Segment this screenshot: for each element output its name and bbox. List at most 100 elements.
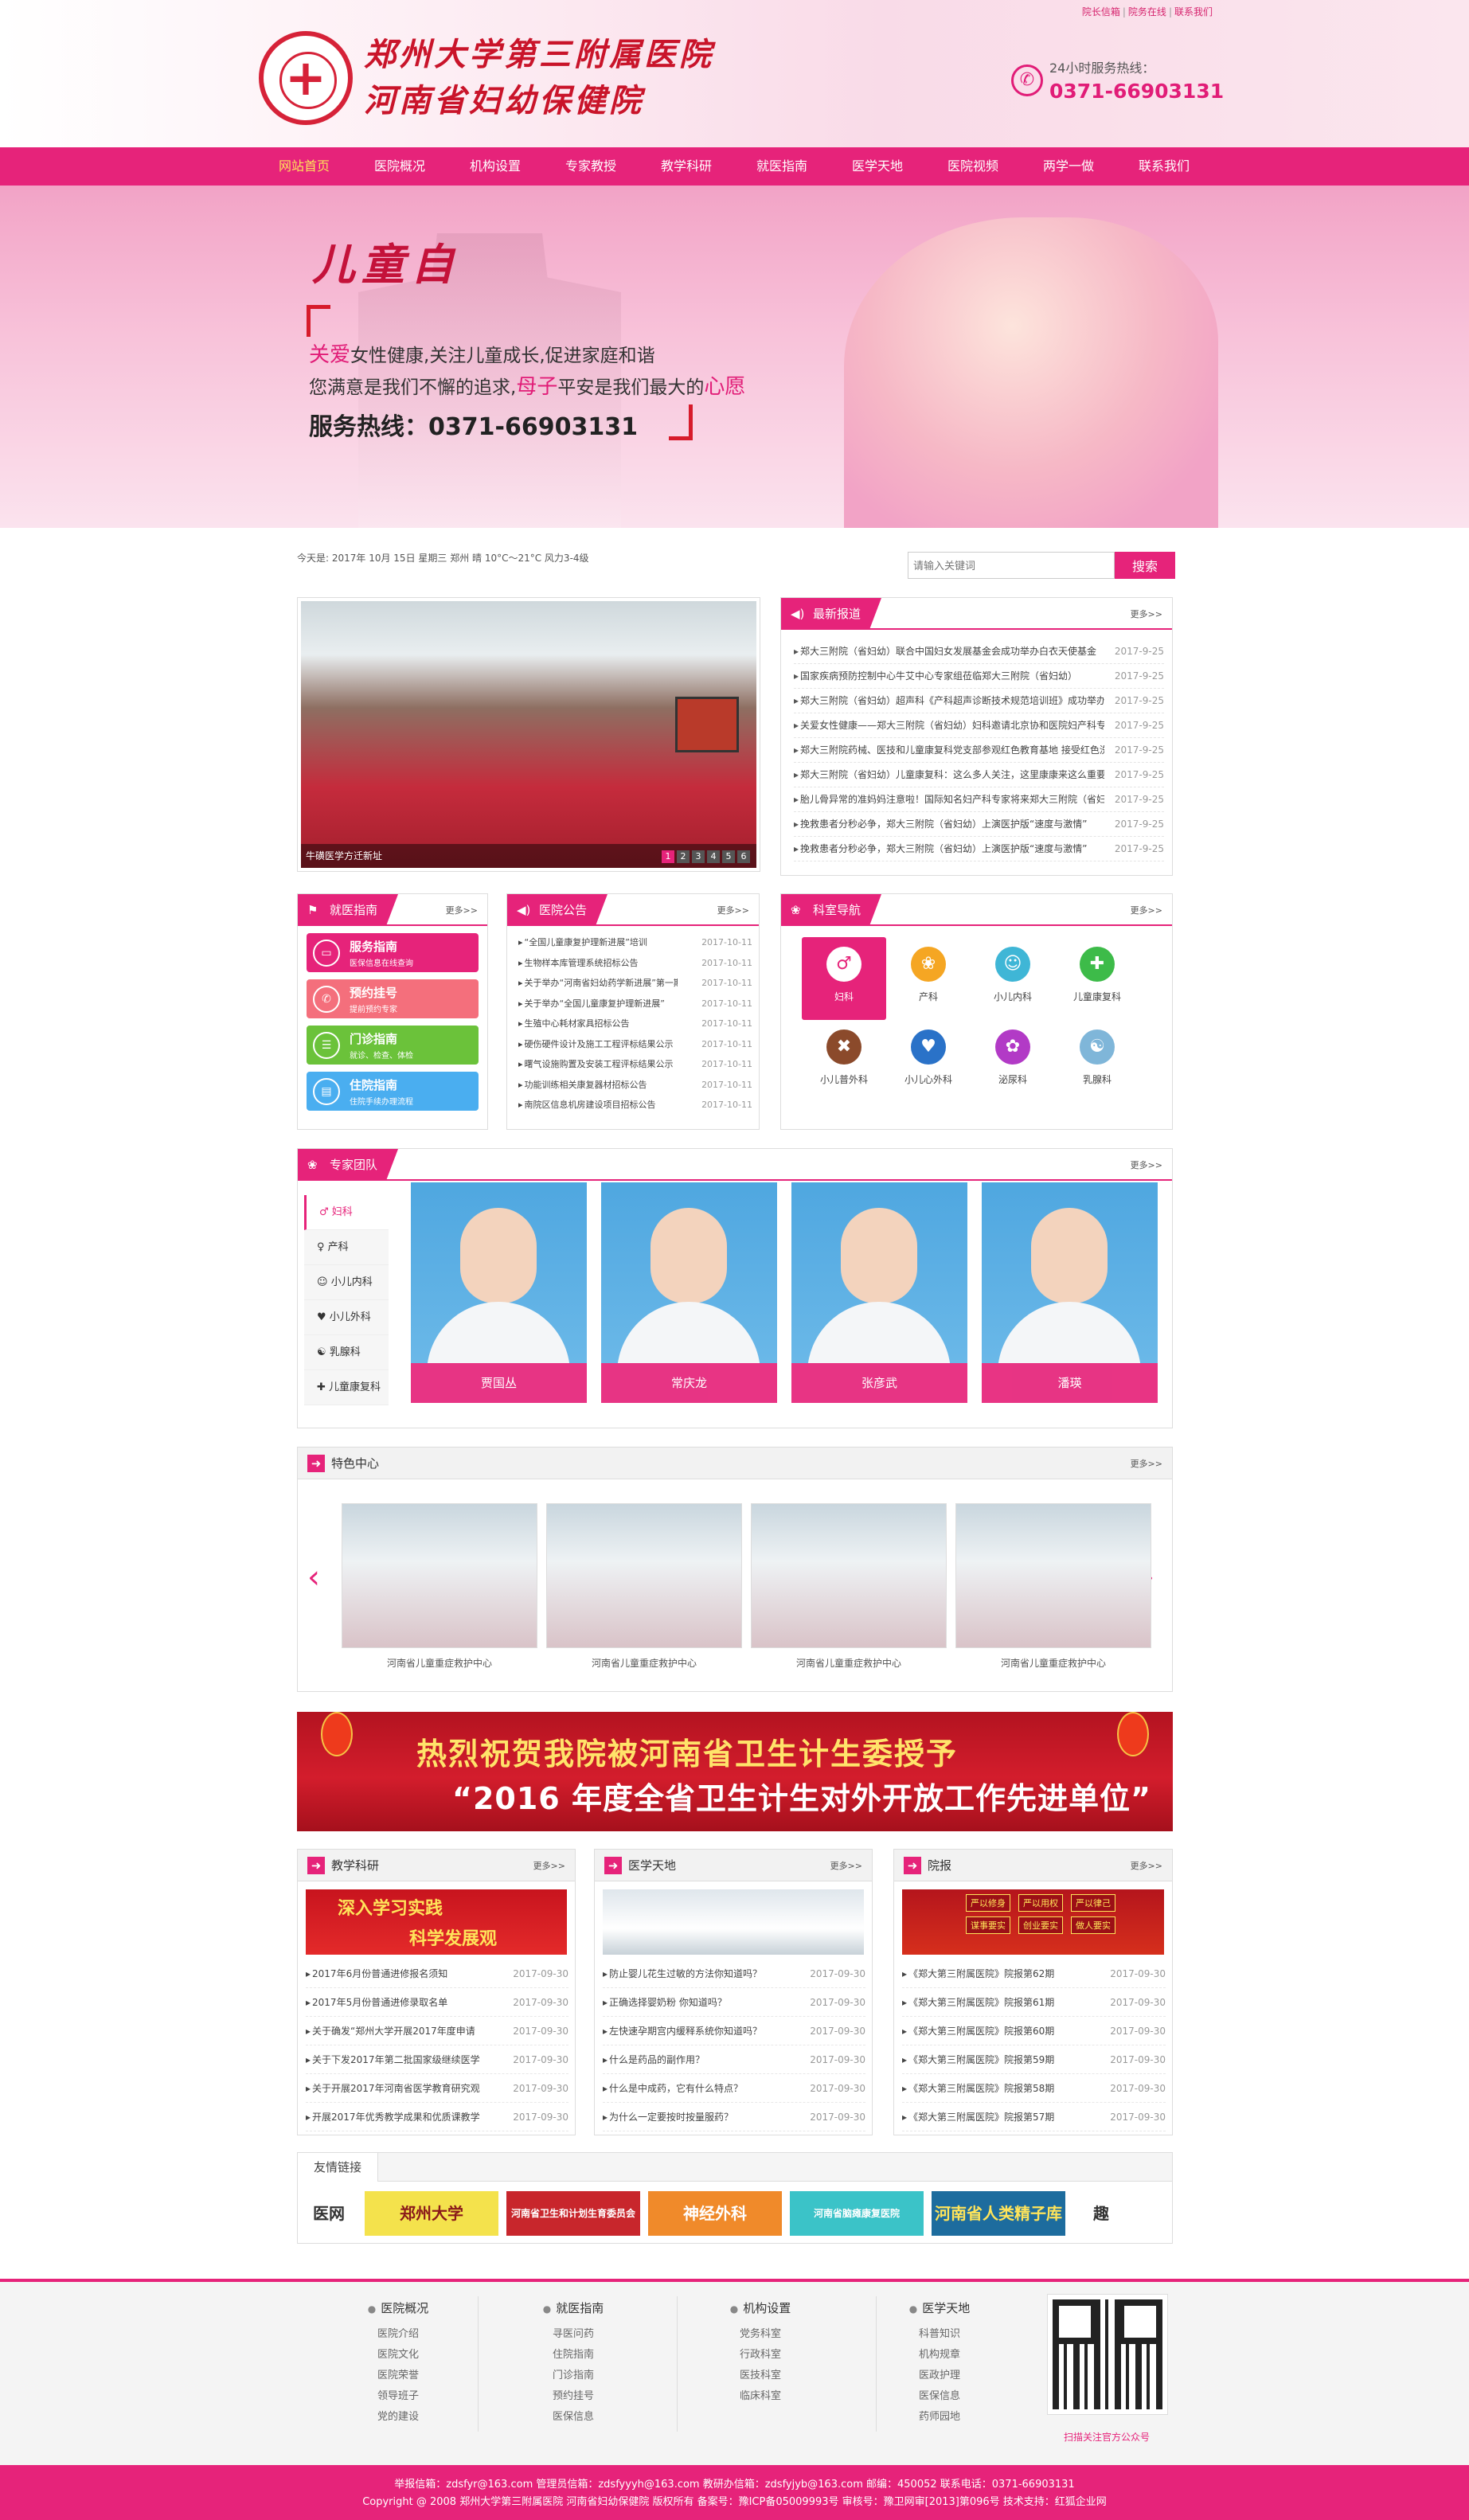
footer-link[interactable]: 预约挂号 xyxy=(510,2386,637,2407)
friend-link[interactable]: 神经外科 xyxy=(648,2191,782,2236)
slider-dot[interactable]: 1 xyxy=(662,850,674,863)
footer-link[interactable]: 医技科室 xyxy=(697,2366,824,2386)
item-title[interactable]: 郑大三附院（省妇幼）联合中国妇女发展基金会成功举办白衣天使基金 xyxy=(794,639,1104,663)
list-item[interactable]: “全国儿童康复护理新进展”培训 2017-10-11 xyxy=(518,932,752,953)
item-title[interactable]: 左快速孕期宫内缓释系统你知道吗？ xyxy=(603,2017,786,2045)
footer-link[interactable]: 医院介绍 xyxy=(334,2324,462,2345)
list-item[interactable]: 关于举办“河南省妇幼药学新进展”第一期 2017-10-11 xyxy=(518,973,752,994)
footer-link[interactable]: 医保信息 xyxy=(510,2407,637,2428)
top-link-president-mailbox[interactable]: 院长信箱 xyxy=(1082,6,1120,18)
more-link[interactable]: 更多>> xyxy=(830,1859,862,1872)
department-item[interactable]: ♂ 妇科 xyxy=(802,937,886,1020)
list-item[interactable]: 硬伤硬件设计及施工工程评标结果公示 2017-10-11 xyxy=(518,1034,752,1055)
footer-column-title[interactable]: 医学天地 xyxy=(876,2299,1003,2316)
item-title[interactable]: 什么是中成药，它有什么特点？ xyxy=(603,2074,786,2102)
item-title[interactable]: 关于开展2017年河南省医学教育研究观 xyxy=(306,2074,489,2102)
list-item[interactable]: 正确选择婴奶粉 你知道吗？ 2017-09-30 xyxy=(603,1988,865,2017)
journal-banner-image[interactable]: 严以修身 严以用权 严以律己 谋事要实 创业要实 做人要实 xyxy=(902,1889,1164,1955)
slider-dot[interactable]: 5 xyxy=(722,850,735,863)
item-title[interactable]: 曙气设施购置及安装工程评标结果公示 xyxy=(518,1054,678,1075)
list-item[interactable]: 胎儿骨异常的准妈妈注意啦！国际知名妇产科专家将来郑大三附院（省妇幼） 2017-9… xyxy=(794,787,1164,812)
list-item[interactable]: 关于举办“全国儿童康复护理新进展” 2017-10-11 xyxy=(518,994,752,1014)
more-link[interactable]: 更多>> xyxy=(717,904,749,916)
nav-item-two-studies[interactable]: 两学一做 xyxy=(1021,147,1116,186)
item-title[interactable]: 国家疾病预防控制中心牛艾中心专家组莅临郑大三附院（省妇幼） xyxy=(794,664,1104,688)
list-item[interactable]: 关爱女性健康——郑大三附院（省妇幼）妇科邀请北京协和医院妇产科专家 2017-9-… xyxy=(794,713,1164,738)
friend-link[interactable]: 河南省卫生和计划生育委员会 xyxy=(506,2191,640,2236)
expert-tab[interactable]: ☺ 小儿内科 xyxy=(304,1265,389,1300)
slider-dot[interactable]: 6 xyxy=(737,850,750,863)
featured-item[interactable]: 河南省儿童重症救护中心 xyxy=(955,1503,1151,1670)
list-item[interactable]: 《郑大第三附属医院》院报第57期 2017-09-30 xyxy=(902,2103,1166,2131)
department-item[interactable]: ☯ 乳腺科 xyxy=(1055,1020,1139,1103)
nav-item-medical[interactable]: 医学天地 xyxy=(830,147,925,186)
item-title[interactable]: 郑大三附院（省妇幼）儿童康复科：这么多人关注，这里康康来这么重要！ xyxy=(794,763,1104,787)
item-title[interactable]: 关于举办“河南省妇幼药学新进展”第一期 xyxy=(518,973,678,994)
footer-link[interactable]: 行政科室 xyxy=(697,2345,824,2366)
award-banner[interactable]: 热烈祝贺我院被河南省卫生计生委授予 “2016 年度全省卫生计生对外开放工作先进… xyxy=(297,1712,1173,1831)
item-title[interactable]: 硬伤硬件设计及施工工程评标结果公示 xyxy=(518,1034,678,1055)
more-link[interactable]: 更多>> xyxy=(1131,1457,1162,1470)
list-item[interactable]: 曙气设施购置及安装工程评标结果公示 2017-10-11 xyxy=(518,1054,752,1075)
item-title[interactable]: 胎儿骨异常的准妈妈注意啦！国际知名妇产科专家将来郑大三附院（省妇幼） xyxy=(794,787,1104,811)
doctors-photo[interactable] xyxy=(603,1889,864,1955)
more-link[interactable]: 更多>> xyxy=(1131,608,1162,620)
list-item[interactable]: 国家疾病预防控制中心牛艾中心专家组莅临郑大三附院（省妇幼） 2017-9-25 xyxy=(794,664,1164,689)
search-input[interactable] xyxy=(908,552,1115,579)
nav-item-video[interactable]: 医院视频 xyxy=(925,147,1021,186)
top-link-contact[interactable]: 联系我们 xyxy=(1174,6,1213,18)
department-item[interactable]: ♥ 小儿心外科 xyxy=(886,1020,971,1103)
hero-banner[interactable]: 儿童自 关爱女性健康,关注儿童成长,促进家庭和谐 您满意是我们不懈的追求,母子平… xyxy=(0,186,1469,528)
footer-column-title[interactable]: 机构设置 xyxy=(697,2299,824,2316)
item-title[interactable]: 郑大三附院药械、医技和儿童康复科党支部参观红色教育基地 接受红色洗礼 xyxy=(794,738,1104,762)
item-title[interactable]: 挽救患者分秒必争，郑大三附院（省妇幼）上演医护版“速度与激情” xyxy=(794,837,1104,861)
item-title[interactable]: 生殖中心耗材家具招标公告 xyxy=(518,1014,678,1034)
slider-dot[interactable]: 4 xyxy=(707,850,720,863)
item-title[interactable]: 《郑大第三附属医院》院报第62期 xyxy=(902,1959,1085,1987)
item-title[interactable]: 郑大三附院（省妇幼）超声科《产科超声诊断技术规范培训班》成功举办 xyxy=(794,689,1104,713)
list-item[interactable]: 《郑大第三附属医院》院报第60期 2017-09-30 xyxy=(902,2017,1166,2045)
friend-link[interactable]: 趣 xyxy=(1073,2191,1129,2236)
teaching-banner-image[interactable]: 深入学习实践 科学发展观 xyxy=(306,1889,567,1955)
more-link[interactable]: 更多>> xyxy=(1131,1859,1162,1872)
list-item[interactable]: 关于下发2017年第二批国家级继续医学 2017-09-30 xyxy=(306,2045,568,2074)
expert-card[interactable]: 贾国丛 xyxy=(411,1182,587,1403)
item-title[interactable]: 功能训练相关康复器材招标公告 xyxy=(518,1075,678,1096)
list-item[interactable]: 左快速孕期宫内缓释系统你知道吗？ 2017-09-30 xyxy=(603,2017,865,2045)
footer-link[interactable]: 医院文化 xyxy=(334,2345,462,2366)
list-item[interactable]: 郑大三附院药械、医技和儿童康复科党支部参观红色教育基地 接受红色洗礼 2017-9… xyxy=(794,738,1164,763)
item-title[interactable]: 防止婴儿花生过敏的方法你知道吗？ xyxy=(603,1959,786,1987)
item-title[interactable]: 2017年5月份普通进修录取名单 xyxy=(306,1988,489,2016)
item-title[interactable]: 《郑大第三附属医院》院报第57期 xyxy=(902,2103,1085,2131)
list-item[interactable]: 挽救患者分秒必争，郑大三附院（省妇幼）上演医护版“速度与激情” 2017-9-25 xyxy=(794,837,1164,861)
guide-button[interactable]: ✆ 预约挂号 提前预约专家 xyxy=(307,979,479,1018)
list-item[interactable]: 防止婴儿花生过敏的方法你知道吗？ 2017-09-30 xyxy=(603,1959,865,1988)
item-title[interactable]: 关爱女性健康——郑大三附院（省妇幼）妇科邀请北京协和医院妇产科专家 xyxy=(794,713,1104,737)
photo-slider[interactable]: 牛磺医学方迁新址 1 2 3 4 5 6 xyxy=(297,597,760,872)
footer-link[interactable]: 门诊指南 xyxy=(510,2366,637,2386)
guide-button[interactable]: ▭ 服务指南 医保信息在线查询 xyxy=(307,933,479,972)
list-item[interactable]: 什么是中成药，它有什么特点？ 2017-09-30 xyxy=(603,2074,865,2103)
footer-link[interactable]: 住院指南 xyxy=(510,2345,637,2366)
item-title[interactable]: 什么是药品的副作用？ xyxy=(603,2045,786,2073)
department-item[interactable]: ❀ 产科 xyxy=(886,937,971,1020)
item-title[interactable]: 关于下发2017年第二批国家级继续医学 xyxy=(306,2045,489,2073)
list-item[interactable]: 关于确发“郑州大学开展2017年度申请 2017-09-30 xyxy=(306,2017,568,2045)
list-item[interactable]: 《郑大第三附属医院》院报第59期 2017-09-30 xyxy=(902,2045,1166,2074)
expert-card[interactable]: 潘瑛 xyxy=(982,1182,1158,1403)
footer-link[interactable]: 党的建设 xyxy=(334,2407,462,2428)
item-title[interactable]: 《郑大第三附属医院》院报第58期 xyxy=(902,2074,1085,2102)
list-item[interactable]: 郑大三附院（省妇幼）联合中国妇女发展基金会成功举办白衣天使基金 2017-9-25 xyxy=(794,639,1164,664)
nav-item-organization[interactable]: 机构设置 xyxy=(447,147,543,186)
prev-arrow-icon[interactable]: ‹ xyxy=(307,1559,320,1596)
list-item[interactable]: 《郑大第三附属医院》院报第62期 2017-09-30 xyxy=(902,1959,1166,1988)
hospital-logo[interactable]: 郑州大学第三附属医院 河南省妇幼保健院 xyxy=(259,24,744,131)
footer-link[interactable]: 领导班子 xyxy=(334,2386,462,2407)
department-item[interactable]: ☺ 小儿内科 xyxy=(971,937,1055,1020)
more-link[interactable]: 更多>> xyxy=(1131,1158,1162,1171)
list-item[interactable]: 《郑大第三附属医院》院报第61期 2017-09-30 xyxy=(902,1988,1166,2017)
footer-link[interactable]: 寻医问药 xyxy=(510,2324,637,2345)
friend-link[interactable]: 医网 xyxy=(301,2191,357,2236)
footer-link[interactable]: 医院荣誉 xyxy=(334,2366,462,2386)
list-item[interactable]: 生物样本库管理系统招标公告 2017-10-11 xyxy=(518,953,752,974)
